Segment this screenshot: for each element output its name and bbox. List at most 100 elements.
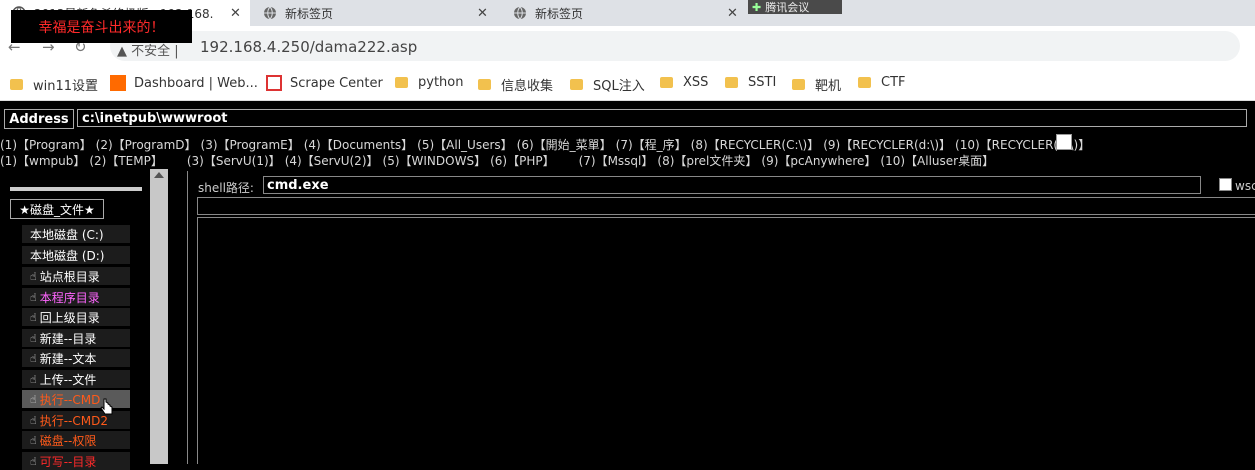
menu-item-upload[interactable]: ☝ 上传--文件: [22, 370, 130, 388]
dashboard-icon: [110, 75, 126, 91]
path-link[interactable]: (10)【Alluser桌面】: [880, 154, 994, 168]
menu-item-new-text[interactable]: ☝ 新建--文本: [22, 349, 130, 367]
command-input[interactable]: [197, 197, 1255, 215]
shell-path-label: shell路径:: [198, 181, 254, 195]
path-link[interactable]: (4)【ServU(2)】: [285, 154, 379, 168]
path-link[interactable]: (7)【程_序】: [616, 138, 687, 152]
globe-icon: [513, 6, 527, 20]
menu-label: 站点根目录: [39, 269, 100, 284]
overlay-notice: 幸福是奋斗出来的！: [11, 10, 192, 43]
path-link[interactable]: (9)【pcAnywhere】: [761, 154, 876, 168]
bookmarks-bar: win11设置 Dashboard | Web... Scrape Center…: [0, 66, 1255, 101]
menu-label: 本程序目录: [39, 290, 100, 305]
menu-item-new-dir[interactable]: ☝ 新建--目录: [22, 329, 130, 347]
path-link[interactable]: (5)【WINDOWS】: [383, 154, 487, 168]
path-link[interactable]: (7)【Mssql】: [579, 154, 654, 168]
path-link[interactable]: (2)【ProgramD】: [96, 138, 197, 152]
menu-label: 新建--目录: [39, 331, 97, 346]
path-link[interactable]: (9)【RECYCLER(d:\)】: [823, 138, 951, 152]
menu-item-drive-c[interactable]: 本地磁盘 (C:): [22, 225, 130, 243]
close-icon[interactable]: ✕: [230, 6, 241, 21]
wscript-label: wsc: [1235, 179, 1255, 193]
tab-title: 新标签页: [285, 6, 334, 21]
path-links-row1: (1)【Program】 (2)【ProgramD】 (3)【ProgramE】 (4…: [0, 136, 1094, 153]
path-link[interactable]: (3)【ProgramE】: [201, 138, 300, 152]
scroll-up-icon[interactable]: [154, 172, 164, 178]
path-link[interactable]: (1)【Program】: [0, 138, 92, 152]
shell-path-input[interactable]: cmd.exe: [263, 176, 1201, 194]
sidebar-title: ★磁盘_文件★: [10, 199, 104, 219]
path-link[interactable]: (8)【RECYCLER(C:\)】: [691, 138, 820, 152]
pointer-icon: ☝: [30, 351, 37, 365]
wscript-checkbox[interactable]: [1219, 178, 1232, 191]
scrape-icon: [266, 75, 282, 91]
security-label: 不安全: [131, 44, 171, 59]
broken-image-icon: [1056, 134, 1072, 150]
bookmark-item[interactable]: Scrape Center: [266, 75, 383, 91]
bookmark-item[interactable]: win11设置: [10, 75, 98, 94]
menu-item-writable-dir[interactable]: ☝ 可写--目录: [22, 452, 130, 470]
menu-item-parent-dir[interactable]: ☝ 回上级目录: [22, 308, 130, 326]
bookmark-item[interactable]: XSS: [660, 75, 708, 90]
bookmark-label: Dashboard | Web...: [134, 75, 258, 91]
bookmark-item[interactable]: SSTI: [725, 75, 776, 90]
close-icon[interactable]: ✕: [477, 6, 488, 21]
bookmark-item[interactable]: 信息收集: [478, 75, 553, 94]
tab-new[interactable]: 新标签页 ✕: [505, 0, 745, 26]
folder-icon: [660, 77, 673, 88]
path-link[interactable]: (8)【prel文件夹】: [657, 154, 757, 168]
url-text[interactable]: 192.168.4.250/dama222.asp: [200, 38, 417, 56]
folder-icon: [858, 77, 871, 88]
meeting-label: 腾讯会议: [765, 1, 810, 14]
pointer-icon: ☝: [30, 413, 37, 427]
bookmark-label: win11设置: [33, 79, 99, 94]
bookmark-item[interactable]: SQL注入: [570, 75, 645, 94]
pointer-icon: ☝: [30, 310, 37, 324]
tab-new[interactable]: 新标签页 ✕: [255, 0, 495, 26]
sidebar-scrollbar[interactable]: [150, 169, 168, 464]
path-link[interactable]: (2)【TEMP】: [89, 154, 163, 168]
tab-title: 新标签页: [535, 6, 584, 21]
pointer-icon: ☝: [30, 269, 37, 283]
menu-label: 上传--文件: [39, 372, 97, 387]
bookmark-item[interactable]: Dashboard | Web...: [110, 75, 258, 91]
menu-label: 可写--目录: [39, 454, 97, 469]
globe-icon: [263, 6, 277, 20]
address-input[interactable]: c:\inetpub\wwwroot: [77, 109, 1247, 127]
menu-label: 回上级目录: [39, 310, 100, 325]
path-link[interactable]: (1)【wmpub】: [0, 154, 85, 168]
bookmark-item[interactable]: 靶机: [792, 75, 841, 94]
path-links-row2: (1)【wmpub】 (2)【TEMP】 (3)【ServU(1)】 (4)【Serv…: [0, 152, 998, 169]
menu-label: 磁盘--权限: [39, 433, 97, 448]
menu-item-disk-perm[interactable]: ☝ 磁盘--权限: [22, 431, 130, 449]
pointer-icon: ☝: [30, 331, 37, 345]
path-link[interactable]: (6)【開始_菜單】: [517, 138, 612, 152]
bookmark-item[interactable]: CTF: [858, 75, 906, 90]
path-link[interactable]: (4)【Documents】: [304, 138, 413, 152]
meeting-overlay: ✚ 腾讯会议: [748, 0, 842, 14]
menu-label: 执行--CMD2: [39, 413, 108, 428]
bookmark-item[interactable]: python: [395, 75, 463, 90]
bookmark-label: Scrape Center: [290, 75, 383, 91]
menu-label: 新建--文本: [39, 351, 97, 366]
bookmark-label: python: [418, 75, 464, 90]
close-icon[interactable]: ✕: [727, 6, 738, 21]
path-link[interactable]: (6)【PHP】: [490, 154, 555, 168]
bookmark-label: CTF: [881, 75, 906, 90]
pointer-icon: ☝: [30, 454, 37, 468]
menu-label: 本地磁盘 (C:): [30, 227, 104, 242]
menu-item-program-dir[interactable]: ☝ 本程序目录: [22, 288, 130, 306]
bookmark-label: 信息收集: [501, 79, 554, 94]
webshell-page: Address c:\inetpub\wwwroot (1)【Program】(…: [0, 101, 1255, 470]
path-link[interactable]: (5)【All_Users】: [417, 138, 512, 152]
folder-icon: [570, 79, 583, 90]
command-output[interactable]: [197, 217, 1255, 464]
cmd-panel: shell路径: cmd.exe wsc: [187, 171, 1255, 464]
menu-item-site-root[interactable]: ☝ 站点根目录: [22, 267, 130, 285]
menu-item-drive-d[interactable]: 本地磁盘 (D:): [22, 246, 130, 264]
folder-icon: [10, 79, 23, 90]
sidebar-divider: [10, 187, 142, 191]
warning-icon: ▲: [117, 44, 127, 59]
path-link[interactable]: (3)【ServU(1)】: [187, 154, 281, 168]
folder-icon: [478, 79, 491, 90]
